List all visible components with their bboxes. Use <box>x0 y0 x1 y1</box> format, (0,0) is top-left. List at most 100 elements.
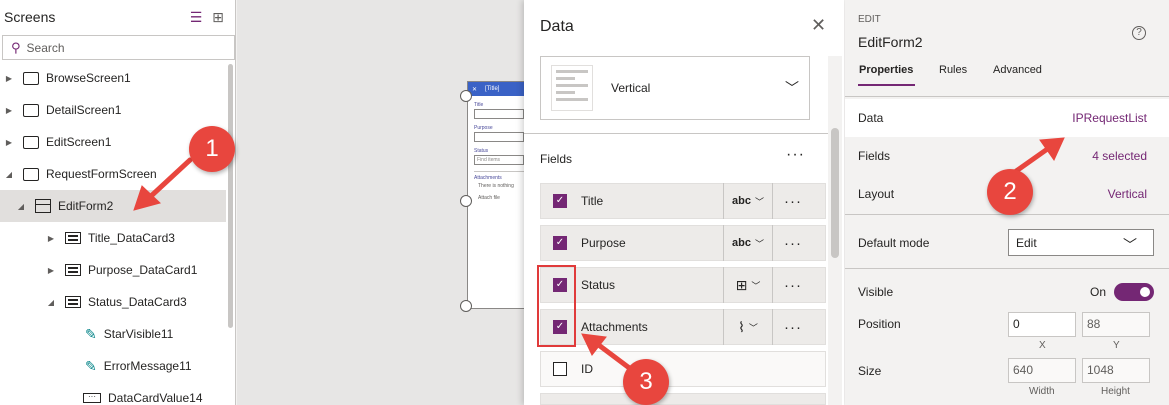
default-mode-dropdown[interactable]: Edit ﹀ <box>1008 229 1154 256</box>
tree-item-label: RequestFormScreen <box>46 167 157 181</box>
x-caption: X <box>1039 340 1046 351</box>
field-name: Title <box>581 194 604 208</box>
screens-title: Screens <box>4 9 56 25</box>
form-input-status: Find items <box>474 155 524 165</box>
resize-handle[interactable] <box>460 195 472 207</box>
datacard-icon <box>65 232 81 244</box>
tree-item-starvisible11[interactable]: ✎ StarVisible11 <box>0 318 226 350</box>
chevron-down-icon: ﹀ <box>754 238 764 249</box>
field-row-attachments[interactable]: Attachments ⌇﹀ ··· <box>540 309 826 345</box>
datacard-icon <box>65 296 81 308</box>
search-icon: ⚲ <box>11 39 21 55</box>
tree-item-datacardvalue14[interactable]: ··· DataCardValue14 <box>0 382 226 405</box>
field-checkbox[interactable] <box>553 362 567 376</box>
scroll-thumb[interactable] <box>831 128 839 258</box>
search-placeholder: Search <box>26 40 65 55</box>
form-icon <box>35 199 51 213</box>
tree-item-requestformscreen[interactable]: ◢ RequestFormScreen <box>0 158 226 190</box>
collapse-caret-icon[interactable]: ◢ <box>46 298 56 307</box>
screen-icon <box>23 103 39 117</box>
control-type-selector[interactable]: ⌇ ﹀ <box>723 309 773 345</box>
field-checkbox[interactable] <box>553 194 567 208</box>
size-height-input[interactable]: 1048 <box>1082 358 1150 383</box>
field-row-title[interactable]: Title abc﹀ ··· <box>540 183 826 219</box>
data-source-link[interactable]: IPRequestList <box>1072 111 1147 125</box>
visible-toggle[interactable] <box>1114 283 1155 301</box>
more-options-icon[interactable]: ··· <box>773 319 813 336</box>
more-options-icon[interactable]: ··· <box>786 146 805 164</box>
divider <box>845 268 1169 269</box>
control-type-selector[interactable]: ⊞ ﹀ <box>723 267 773 303</box>
dropdown-value: Edit <box>1016 235 1037 250</box>
highlight-box <box>537 265 576 347</box>
field-name: Status <box>581 278 616 292</box>
control-type-selector[interactable]: abc ﹀ <box>723 225 773 261</box>
field-row-status[interactable]: Status ⊞﹀ ··· <box>540 267 826 303</box>
chevron-down-icon: ﹀ <box>785 80 799 96</box>
tree-item-label: Status_DataCard3 <box>88 295 187 309</box>
expand-caret-icon[interactable]: ▶ <box>4 74 14 83</box>
tree-item-label: BrowseScreen1 <box>46 71 131 85</box>
annotation-badge-1: 1 <box>189 126 235 172</box>
size-width-input[interactable]: 640 <box>1008 358 1076 383</box>
tree-scrollbar[interactable] <box>228 64 233 328</box>
tree-item-label: EditScreen1 <box>46 135 112 149</box>
tree-item-status-datacard3[interactable]: ◢ Status_DataCard3 <box>0 286 226 318</box>
tree-item-label: EditForm2 <box>58 199 114 213</box>
property-label: Data <box>858 111 884 125</box>
fields-edit-link[interactable]: 4 selected <box>1092 149 1147 163</box>
form-attachments-note: There is nothing <box>478 183 514 189</box>
text-control-icon: abc <box>732 195 751 207</box>
control-type-selector[interactable]: abc ﹀ <box>723 183 773 219</box>
combobox-icon: ⊞ <box>735 276 748 293</box>
position-x-input[interactable]: 0 <box>1008 312 1076 337</box>
position-y-input[interactable]: 88 <box>1082 312 1150 337</box>
canvas-form-preview[interactable]: ✕ [Title] Title Purpose Status Find item… <box>467 81 525 309</box>
collapse-caret-icon[interactable]: ◢ <box>16 202 26 211</box>
help-icon[interactable]: ? <box>1132 26 1146 40</box>
field-row-purpose[interactable]: Purpose abc﹀ ··· <box>540 225 826 261</box>
tree-item-detailscreen1[interactable]: ▶ DetailScreen1 <box>0 94 226 126</box>
field-row-partial[interactable] <box>540 393 826 405</box>
property-label: Fields <box>858 149 891 163</box>
field-checkbox[interactable] <box>553 236 567 250</box>
tree-item-label: StarVisible11 <box>103 327 174 341</box>
layout-dropdown[interactable]: Vertical ﹀ <box>540 56 810 120</box>
tree-item-browsescreen1[interactable]: ▶ BrowseScreen1 <box>0 62 226 94</box>
field-row-id[interactable]: ID <box>540 351 826 387</box>
expand-caret-icon[interactable]: ▶ <box>4 106 14 115</box>
form-header-bar: ✕ [Title] <box>468 82 524 96</box>
data-panel-scrollbar[interactable] <box>828 56 842 405</box>
edit-pen-icon: ✎ <box>85 357 97 374</box>
tree-item-editform2[interactable]: ◢ EditForm2 <box>0 190 226 222</box>
chevron-down-icon: ﹀ <box>748 322 758 333</box>
tree-item-title-datacard3[interactable]: ▶ Title_DataCard3 <box>0 222 226 254</box>
divider <box>845 96 1169 97</box>
tree-view-icon[interactable]: ☰ <box>185 6 207 28</box>
thumbnail-view-icon[interactable]: ⊞ <box>207 6 229 28</box>
height-caption: Height <box>1101 386 1130 397</box>
tree-item-label: Title_DataCard3 <box>88 231 175 245</box>
close-icon[interactable]: ✕ <box>811 15 826 36</box>
tree-item-errormessage11[interactable]: ✎ ErrorMessage11 <box>0 350 226 382</box>
collapse-caret-icon[interactable]: ◢ <box>4 170 14 179</box>
tree-item-label: DetailScreen1 <box>46 103 122 117</box>
resize-handle[interactable] <box>460 300 472 312</box>
form-label-purpose: Purpose <box>474 125 493 131</box>
search-input[interactable]: ⚲ Search <box>2 35 235 60</box>
expand-caret-icon[interactable]: ▶ <box>4 138 14 147</box>
expand-caret-icon[interactable]: ▶ <box>46 234 56 243</box>
tab-properties[interactable]: Properties <box>859 64 913 76</box>
resize-handle[interactable] <box>460 90 472 102</box>
text-input-icon: ··· <box>83 393 101 403</box>
tab-rules[interactable]: Rules <box>939 64 967 76</box>
more-options-icon[interactable]: ··· <box>773 277 813 294</box>
more-options-icon[interactable]: ··· <box>773 193 813 210</box>
more-options-icon[interactable]: ··· <box>773 235 813 252</box>
tab-advanced[interactable]: Advanced <box>993 64 1042 76</box>
expand-caret-icon[interactable]: ▶ <box>46 266 56 275</box>
tree-item-purpose-datacard1[interactable]: ▶ Purpose_DataCard1 <box>0 254 226 286</box>
layout-link[interactable]: Vertical <box>1108 187 1147 201</box>
data-property-row[interactable]: Data IPRequestList <box>845 99 1169 137</box>
field-name: Purpose <box>581 236 626 250</box>
